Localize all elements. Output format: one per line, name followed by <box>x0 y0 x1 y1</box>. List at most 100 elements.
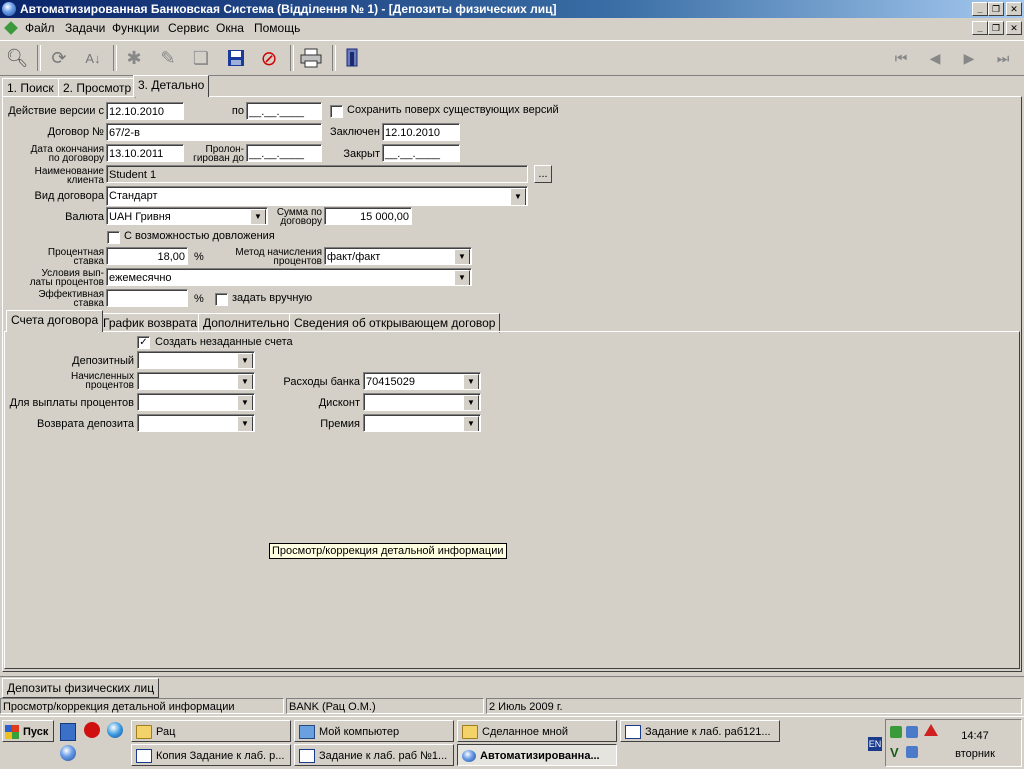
task-doc-copy[interactable]: Копия Задание к лаб. р... <box>131 744 291 766</box>
edit-record-icon[interactable]: ✎ <box>155 45 181 71</box>
task-doc-lab121[interactable]: Задание к лаб. раб121... <box>620 720 780 742</box>
version-to-field[interactable]: __.__.____ <box>246 102 322 120</box>
contract-type-value: Стандарт <box>109 190 158 202</box>
menu-service[interactable]: Сервис <box>168 21 209 35</box>
menu-functions[interactable]: Функции <box>112 21 159 35</box>
next-record-icon[interactable]: ▶ <box>956 45 982 71</box>
refresh-icon[interactable]: ⟳ <box>46 45 72 71</box>
ie-icon[interactable] <box>107 722 123 738</box>
version-from-label: Действие версии с <box>8 105 104 117</box>
contract-type-select[interactable]: Стандарт ▼ <box>106 186 528 206</box>
tray-network2-icon[interactable] <box>906 746 918 758</box>
prolong-date-field[interactable]: __.__.____ <box>246 144 322 162</box>
tab-search[interactable]: 1. Поиск <box>2 78 59 98</box>
tray-antivirus-icon[interactable]: V <box>890 746 904 760</box>
premium-select[interactable]: ▼ <box>363 414 481 432</box>
tray-arrow-icon[interactable] <box>924 724 938 736</box>
child-close-button[interactable]: ✕ <box>1006 21 1022 35</box>
version-from-field[interactable]: 12.10.2010 <box>106 102 184 120</box>
opera-icon[interactable] <box>84 722 100 738</box>
language-indicator[interactable]: EN <box>868 737 882 751</box>
chevron-down-icon[interactable]: ▼ <box>510 188 526 205</box>
clock-time[interactable]: 14:47 <box>950 730 1000 742</box>
last-record-icon[interactable]: ⏭ <box>990 45 1016 71</box>
restore-button[interactable]: ❐ <box>988 2 1004 16</box>
taskbar: Пуск Рац Мой компьютер Сделанное мной За… <box>0 716 1024 769</box>
chevron-down-icon[interactable]: ▼ <box>237 416 253 431</box>
start-button[interactable]: Пуск <box>2 720 54 742</box>
menu-tasks[interactable]: Задачи <box>65 21 105 35</box>
subtab-accounts[interactable]: Счета договора <box>6 310 104 332</box>
print-icon[interactable] <box>298 45 324 71</box>
return-account-select[interactable]: ▼ <box>137 414 255 432</box>
create-accounts-checkbox[interactable]: ✓ <box>137 336 150 349</box>
task-my-computer[interactable]: Мой компьютер <box>294 720 454 742</box>
manual-checkbox[interactable] <box>215 293 228 306</box>
child-minimize-button[interactable]: _ <box>972 21 988 35</box>
task-folder-rac[interactable]: Рац <box>131 720 291 742</box>
desktop-icon[interactable] <box>60 723 76 741</box>
payout-account-select[interactable]: ▼ <box>137 393 255 411</box>
save-icon[interactable] <box>223 45 249 71</box>
amount-field[interactable]: 15 000,00 <box>324 207 412 225</box>
chevron-down-icon[interactable]: ▼ <box>463 416 479 431</box>
new-record-icon[interactable]: ✱ <box>121 45 147 71</box>
chevron-down-icon[interactable]: ▼ <box>250 209 266 224</box>
manual-label: задать вручную <box>232 292 313 304</box>
quicklaunch-globe-icon[interactable] <box>60 745 76 761</box>
payout-select[interactable]: ежемесячно ▼ <box>106 268 472 286</box>
menu-help[interactable]: Помощь <box>254 21 300 35</box>
menu-windows[interactable]: Окна <box>216 21 244 35</box>
chevron-down-icon[interactable]: ▼ <box>454 249 470 264</box>
chevron-down-icon[interactable]: ▼ <box>463 395 479 410</box>
cancel-icon[interactable]: ⊘ <box>256 45 282 71</box>
copy-record-icon[interactable]: ❏ <box>188 45 214 71</box>
window-tab-deposits[interactable]: Депозиты физических лиц <box>2 678 160 698</box>
chevron-down-icon[interactable]: ▼ <box>237 374 253 389</box>
currency-select[interactable]: UAH Гривня ▼ <box>106 207 268 225</box>
currency-value: UAH Гривня <box>109 211 171 223</box>
tab-detail[interactable]: 3. Детально <box>133 75 210 97</box>
task-label: Сделанное мной <box>482 726 568 738</box>
first-record-icon[interactable]: ⏮ <box>888 45 914 71</box>
close-button[interactable]: ✕ <box>1006 2 1022 16</box>
subtab-opener-info[interactable]: Сведения об открывающем договор <box>289 313 501 333</box>
deposit-account-select[interactable]: ▼ <box>137 351 255 369</box>
end-date-field[interactable]: 13.10.2011 <box>106 144 184 162</box>
exit-door-icon[interactable] <box>339 45 365 71</box>
topup-checkbox[interactable] <box>107 231 120 244</box>
subtab-schedule[interactable]: График возврата <box>98 313 203 333</box>
contract-no-field[interactable]: 67/2-в <box>106 123 322 141</box>
chevron-down-icon[interactable]: ▼ <box>237 353 253 368</box>
chevron-down-icon[interactable]: ▼ <box>454 270 470 285</box>
subtab-additional[interactable]: Дополнительно <box>198 313 295 333</box>
closed-date-field[interactable]: __.__.____ <box>382 144 460 162</box>
rate-field[interactable]: 18,00 <box>106 247 188 265</box>
discount-select[interactable]: ▼ <box>363 393 481 411</box>
keep-versions-checkbox[interactable] <box>330 105 343 118</box>
tray-monitor-icon[interactable] <box>906 726 918 738</box>
chevron-down-icon[interactable]: ▼ <box>463 374 479 389</box>
minimize-button[interactable]: _ <box>972 2 988 16</box>
task-doc-lab1[interactable]: Задание к лаб. раб №1... <box>294 744 454 766</box>
end-date-label-line2: по договору <box>48 153 104 164</box>
status-message: Просмотр/коррекция детальной информации <box>0 698 284 714</box>
client-lookup-button[interactable]: ... <box>534 165 552 183</box>
tab-view[interactable]: 2. Просмотр <box>58 78 137 98</box>
tray-network-icon[interactable] <box>890 726 902 738</box>
eff-rate-field[interactable] <box>106 289 188 307</box>
accrued-account-select[interactable]: ▼ <box>137 372 255 390</box>
task-folder-done[interactable]: Сделанное мной <box>457 720 617 742</box>
calc-method-select[interactable]: факт/факт ▼ <box>324 247 472 265</box>
bank-expenses-select[interactable]: 70415029 ▼ <box>363 372 481 390</box>
sort-icon[interactable]: A↓ <box>80 45 106 71</box>
prolong-label: Пролон- гирован до <box>186 145 244 164</box>
chevron-down-icon[interactable]: ▼ <box>237 395 253 410</box>
child-restore-button[interactable]: ❐ <box>988 21 1004 35</box>
task-abs-app[interactable]: Автоматизированна... <box>457 744 617 766</box>
rate-percent-sign: % <box>194 251 204 263</box>
concluded-field[interactable]: 12.10.2010 <box>382 123 460 141</box>
menu-file[interactable]: Файл <box>25 21 55 35</box>
search-icon[interactable]: 🔍︎ <box>4 45 30 71</box>
prev-record-icon[interactable]: ◀ <box>922 45 948 71</box>
